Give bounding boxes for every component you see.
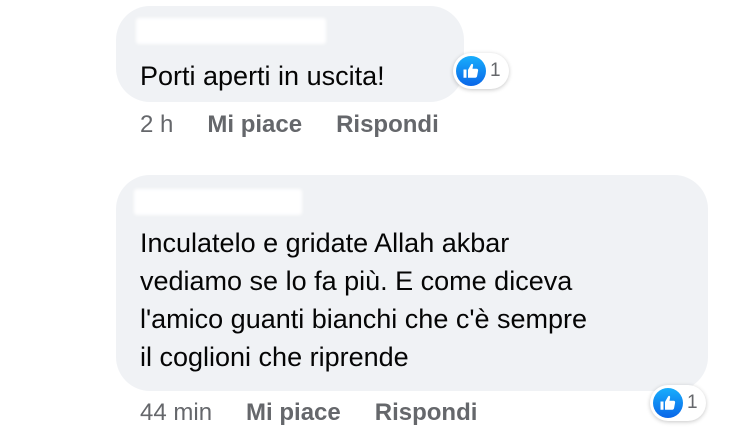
comment-text: Inculatelo e gridate Allah akbar vediamo… <box>140 228 588 372</box>
comment-thread: Porti aperti in uscita! 1 2 h Mi piace R… <box>0 0 748 442</box>
timestamp[interactable]: 2 h <box>140 111 173 139</box>
author-name-redacted[interactable] <box>136 18 326 44</box>
reaction-summary[interactable]: 1 <box>650 385 706 421</box>
like-button[interactable]: Mi piace <box>246 399 341 427</box>
timestamp[interactable]: 44 min <box>140 399 212 427</box>
reaction-count: 1 <box>490 60 501 81</box>
comment-actions: 44 min Mi piace Rispondi <box>140 399 511 427</box>
comment-text: Porti aperti in uscita! <box>140 61 385 91</box>
thumbs-up-icon <box>456 56 486 86</box>
reaction-summary[interactable]: 1 <box>453 53 509 89</box>
comment-actions: 2 h Mi piace Rispondi <box>140 111 473 139</box>
reply-button[interactable]: Rispondi <box>375 399 478 427</box>
reaction-count: 1 <box>687 392 698 413</box>
comment-bubble: Porti aperti in uscita! <box>116 6 464 102</box>
author-name-redacted[interactable] <box>134 189 302 215</box>
reply-button[interactable]: Rispondi <box>336 111 439 139</box>
thumbs-up-icon <box>653 388 683 418</box>
comment-bubble: Inculatelo e gridate Allah akbar vediamo… <box>116 175 708 391</box>
like-button[interactable]: Mi piace <box>207 111 302 139</box>
